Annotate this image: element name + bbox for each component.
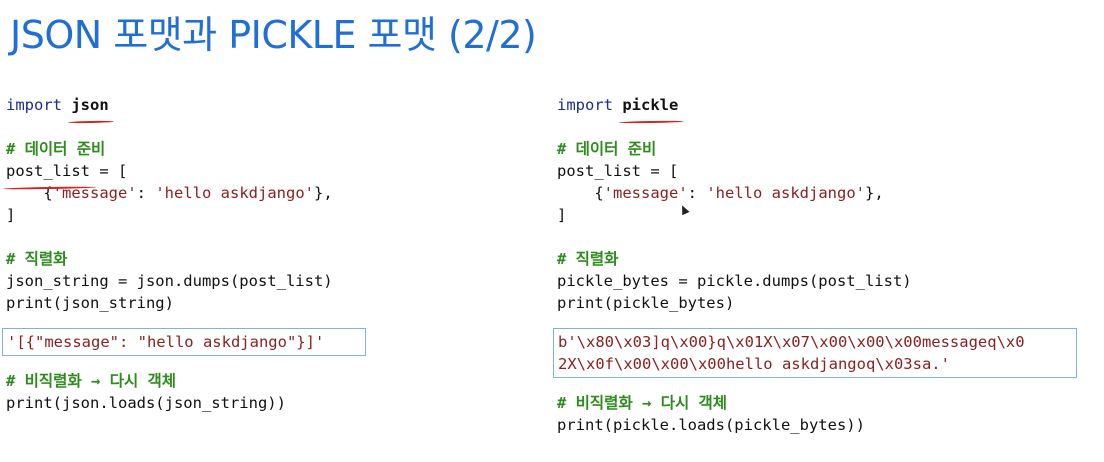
- pickle-output-line-1: b'\x80\x03]q\x00}q\x01X\x07\x00\x00\x00m…: [558, 333, 1025, 351]
- pickle-dumps-line: pickle_bytes = pickle.dumps(post_list): [557, 272, 912, 290]
- dict-close: },: [313, 184, 333, 202]
- dict-close: },: [864, 184, 884, 202]
- json-module-name: json: [71, 96, 109, 114]
- json-comment-serialize: # 직렬화: [6, 250, 68, 268]
- dict-open: {: [557, 184, 604, 202]
- dict-value: 'hello askdjango': [155, 184, 314, 202]
- json-import-line: import json: [6, 94, 546, 116]
- json-output-text: '[{"message": "hello askdjango"}]': [7, 333, 325, 351]
- json-comment-deserialize: # 비직렬화 → 다시 객체: [6, 372, 177, 390]
- pickle-print-line: print(pickle_bytes): [557, 294, 735, 312]
- slide-title: JSON 포맷과 PICKLE 포맷 (2/2): [10, 13, 537, 57]
- json-dict-line: {'message': 'hello askdjango'},: [6, 182, 546, 204]
- pickle-comment-deserialize: # 비직렬화 → 다시 객체: [557, 394, 728, 412]
- json-post-list-line: post_list = [: [6, 160, 546, 182]
- import-keyword: import: [557, 96, 613, 114]
- json-loads-line: print(json.loads(json_string)): [6, 394, 286, 412]
- pickle-dict-line: {'message': 'hello askdjango'},: [557, 182, 1087, 204]
- json-code-column: import json # 데이터 준비 post_list = [ {'mes…: [2, 94, 546, 414]
- pickle-post-list-line: post_list = [: [557, 160, 1087, 182]
- json-output-box: '[{"message": "hello askdjango"}]': [2, 328, 366, 356]
- dict-key: 'message': [603, 184, 688, 202]
- json-list-close: ]: [6, 206, 16, 224]
- pickle-output-line-2: 2X\x0f\x00\x00\x00hello askdjangoq\x03sa…: [558, 355, 950, 373]
- pickle-import-line: import pickle: [557, 94, 1087, 116]
- list-open: = [: [641, 162, 679, 180]
- pickle-module-name: pickle: [622, 96, 679, 114]
- dict-colon: :: [687, 184, 707, 202]
- post-list-var: post_list: [6, 162, 90, 180]
- json-comment-prep: # 데이터 준비: [6, 140, 106, 158]
- post-list-var: post_list: [557, 162, 641, 180]
- pickle-loads-line: print(pickle.loads(pickle_bytes)): [557, 416, 865, 434]
- pickle-list-close: ]: [557, 206, 567, 224]
- pickle-comment-serialize: # 직렬화: [557, 250, 619, 268]
- list-open: = [: [90, 162, 128, 180]
- pickle-output-box: b'\x80\x03]q\x00}q\x01X\x07\x00\x00\x00m…: [553, 328, 1077, 378]
- pickle-comment-prep: # 데이터 준비: [557, 140, 657, 158]
- dict-colon: :: [136, 184, 156, 202]
- dict-value: 'hello askdjango': [706, 184, 865, 202]
- json-dumps-line: json_string = json.dumps(post_list): [6, 272, 333, 290]
- json-print-line: print(json_string): [6, 294, 174, 312]
- import-keyword: import: [6, 96, 62, 114]
- pickle-code-column: import pickle # 데이터 준비 post_list = [ {'m…: [553, 94, 1087, 436]
